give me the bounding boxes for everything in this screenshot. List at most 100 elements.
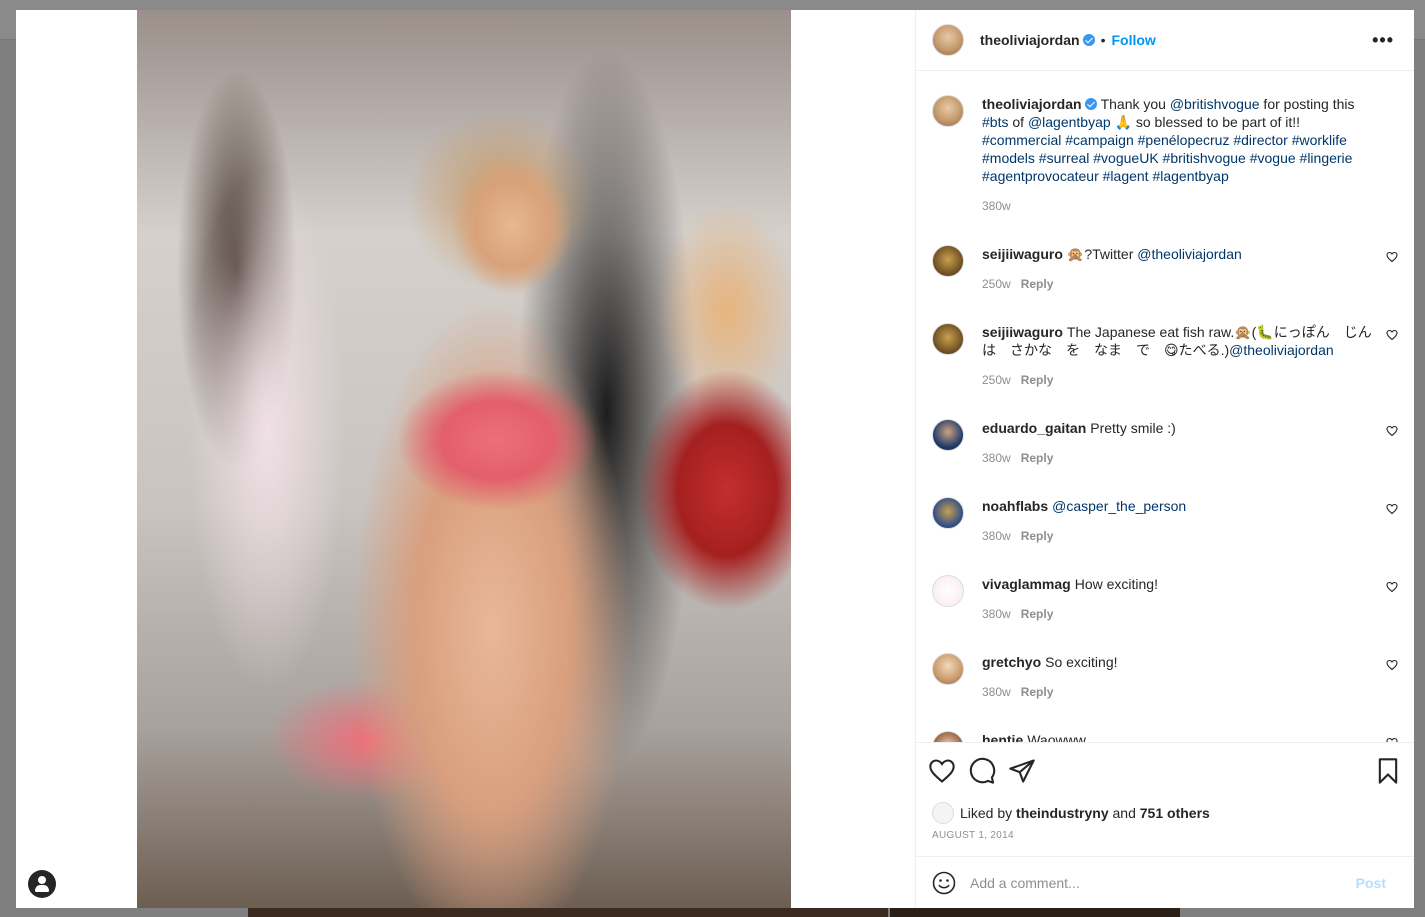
- comment-time[interactable]: 380w: [982, 607, 1011, 621]
- comment-body: eduardo_gaitan Pretty smile :) 380w Reply: [982, 411, 1398, 465]
- comment-time[interactable]: 250w: [982, 373, 1011, 387]
- author-username-text[interactable]: theoliviajordan: [980, 32, 1080, 48]
- follow-button[interactable]: Follow: [1111, 32, 1155, 48]
- comment-text: gretchyo So exciting!: [982, 645, 1372, 671]
- more-icon[interactable]: •••: [1372, 30, 1394, 51]
- comment-text-segment: 🙏 so blessed to be part of it!!: [1110, 114, 1301, 130]
- comment-username[interactable]: vivaglammag: [982, 576, 1071, 592]
- likes-row: Liked by theindustryny and 751 others: [916, 798, 1414, 828]
- avatar[interactable]: [932, 245, 964, 277]
- comment-text: vivaglammag How exciting!: [982, 567, 1372, 593]
- comment-body: noahflabs @casper_the_person 380w Reply: [982, 489, 1398, 543]
- mention-link[interactable]: @lagentbyap: [1028, 114, 1111, 130]
- bookmark-icon[interactable]: [1374, 757, 1402, 785]
- likes-user-link[interactable]: theindustryny: [1016, 805, 1109, 821]
- likes-middle: and: [1108, 805, 1140, 821]
- comment-time[interactable]: 250w: [982, 277, 1011, 291]
- heart-icon[interactable]: [1386, 658, 1398, 671]
- comment-text-segment: Pretty smile :): [1090, 420, 1176, 436]
- comment-body: vivaglammag How exciting! 380w Reply: [982, 567, 1398, 621]
- heart-icon[interactable]: [928, 757, 956, 785]
- avatar[interactable]: [932, 497, 964, 529]
- heart-icon[interactable]: [1386, 424, 1398, 437]
- add-comment-bar: Post: [916, 856, 1414, 908]
- comment-text: seijiiwaguro The Japanese eat fish raw.🙊(…: [982, 315, 1372, 359]
- comment-input[interactable]: [970, 874, 1356, 891]
- separator: •: [1100, 32, 1106, 48]
- post-date[interactable]: AUGUST 1, 2014: [916, 828, 1414, 852]
- comment-item: seijiiwaguro 🙊?Twitter @theoliviajordan 25…: [932, 237, 1398, 291]
- comment-username[interactable]: noahflabs: [982, 498, 1048, 514]
- comment-username[interactable]: eduardo_gaitan: [982, 420, 1086, 436]
- comment-meta: 380w Reply: [982, 529, 1372, 543]
- comment-username[interactable]: seijiiwaguro: [982, 324, 1063, 340]
- caption-username-text[interactable]: theoliviajordan: [982, 96, 1082, 112]
- reply-button[interactable]: Reply: [1021, 451, 1054, 465]
- avatar[interactable]: [932, 802, 954, 824]
- heart-icon[interactable]: [1386, 328, 1398, 341]
- comments-list[interactable]: theoliviajordan Thank you @britishvogue f…: [916, 71, 1414, 742]
- heart-icon[interactable]: [1386, 250, 1398, 263]
- avatar[interactable]: [932, 24, 964, 56]
- mention-link[interactable]: @casper_the_person: [1052, 498, 1186, 514]
- caption-meta: 380w: [982, 199, 1372, 213]
- comment-icon[interactable]: [968, 757, 996, 785]
- comment-text-segment: How exciting!: [1074, 576, 1158, 592]
- author-username[interactable]: theoliviajordan: [980, 32, 1095, 48]
- mention-link[interactable]: #commercial #campaign #penélopecruz #dir…: [982, 132, 1352, 184]
- heart-icon[interactable]: [1386, 502, 1398, 515]
- post-modal: theoliviajordan • Follow ••• theoliviajo…: [16, 10, 1414, 908]
- avatar[interactable]: [932, 731, 964, 742]
- avatar[interactable]: [932, 323, 964, 355]
- account-icon[interactable]: [28, 870, 56, 898]
- comment-meta: 380w Reply: [982, 685, 1372, 699]
- post-sidebar: theoliviajordan • Follow ••• theoliviajo…: [915, 10, 1414, 908]
- comment-username[interactable]: hentje: [982, 732, 1023, 742]
- post-header: theoliviajordan • Follow •••: [916, 10, 1414, 71]
- comment-text-segment: Thank you: [1100, 96, 1170, 112]
- comment-item: eduardo_gaitan Pretty smile :) 380w Reply: [932, 411, 1398, 465]
- reply-button[interactable]: Reply: [1021, 277, 1054, 291]
- comment-body: gretchyo So exciting! 380w Reply: [982, 645, 1398, 699]
- share-icon[interactable]: [1008, 757, 1036, 785]
- likes-count-link[interactable]: 751 others: [1140, 805, 1210, 821]
- mention-link[interactable]: #bts: [982, 114, 1008, 130]
- comment-text-segment: for posting this: [1259, 96, 1355, 112]
- reply-button[interactable]: Reply: [1021, 373, 1054, 387]
- heart-icon[interactable]: [1386, 736, 1398, 742]
- comment-text-segment: So exciting!: [1045, 654, 1118, 670]
- post-media: [16, 10, 915, 908]
- caption-username[interactable]: theoliviajordan: [982, 96, 1097, 112]
- comment-text: seijiiwaguro 🙊?Twitter @theoliviajordan: [982, 237, 1372, 263]
- mention-link[interactable]: @theoliviajordan: [1137, 246, 1242, 262]
- comment-time[interactable]: 380w: [982, 685, 1011, 699]
- comment-time[interactable]: 380w: [982, 451, 1011, 465]
- comment-text-segment: of: [1008, 114, 1028, 130]
- reply-button[interactable]: Reply: [1021, 607, 1054, 621]
- comment-item: vivaglammag How exciting! 380w Reply: [932, 567, 1398, 621]
- comment-item: noahflabs @casper_the_person 380w Reply: [932, 489, 1398, 543]
- avatar[interactable]: [932, 419, 964, 451]
- avatar[interactable]: [932, 95, 964, 127]
- comment-username[interactable]: seijiiwaguro: [982, 246, 1063, 262]
- emoji-icon[interactable]: [932, 871, 956, 895]
- verified-icon: [1084, 98, 1097, 110]
- reply-button[interactable]: Reply: [1021, 685, 1054, 699]
- comment-text-segment: Waowww: [1027, 732, 1086, 742]
- post-button[interactable]: Post: [1356, 875, 1386, 891]
- caption: theoliviajordan Thank you @britishvogue f…: [932, 87, 1398, 213]
- reply-button[interactable]: Reply: [1021, 529, 1054, 543]
- comment-item: gretchyo So exciting! 380w Reply: [932, 645, 1398, 699]
- avatar[interactable]: [932, 575, 964, 607]
- mention-link[interactable]: @theoliviajordan: [1229, 342, 1334, 358]
- comment-items: seijiiwaguro 🙊?Twitter @theoliviajordan 25…: [932, 237, 1398, 742]
- comment-text: noahflabs @casper_the_person: [982, 489, 1372, 515]
- comment-time[interactable]: 380w: [982, 529, 1011, 543]
- avatar[interactable]: [932, 653, 964, 685]
- comment-body: hentjeWaowww380wReply: [982, 723, 1398, 742]
- heart-icon[interactable]: [1386, 580, 1398, 593]
- post-photo[interactable]: [137, 10, 791, 908]
- caption-time[interactable]: 380w: [982, 199, 1011, 213]
- comment-username[interactable]: gretchyo: [982, 654, 1041, 670]
- mention-link[interactable]: @britishvogue: [1170, 96, 1260, 112]
